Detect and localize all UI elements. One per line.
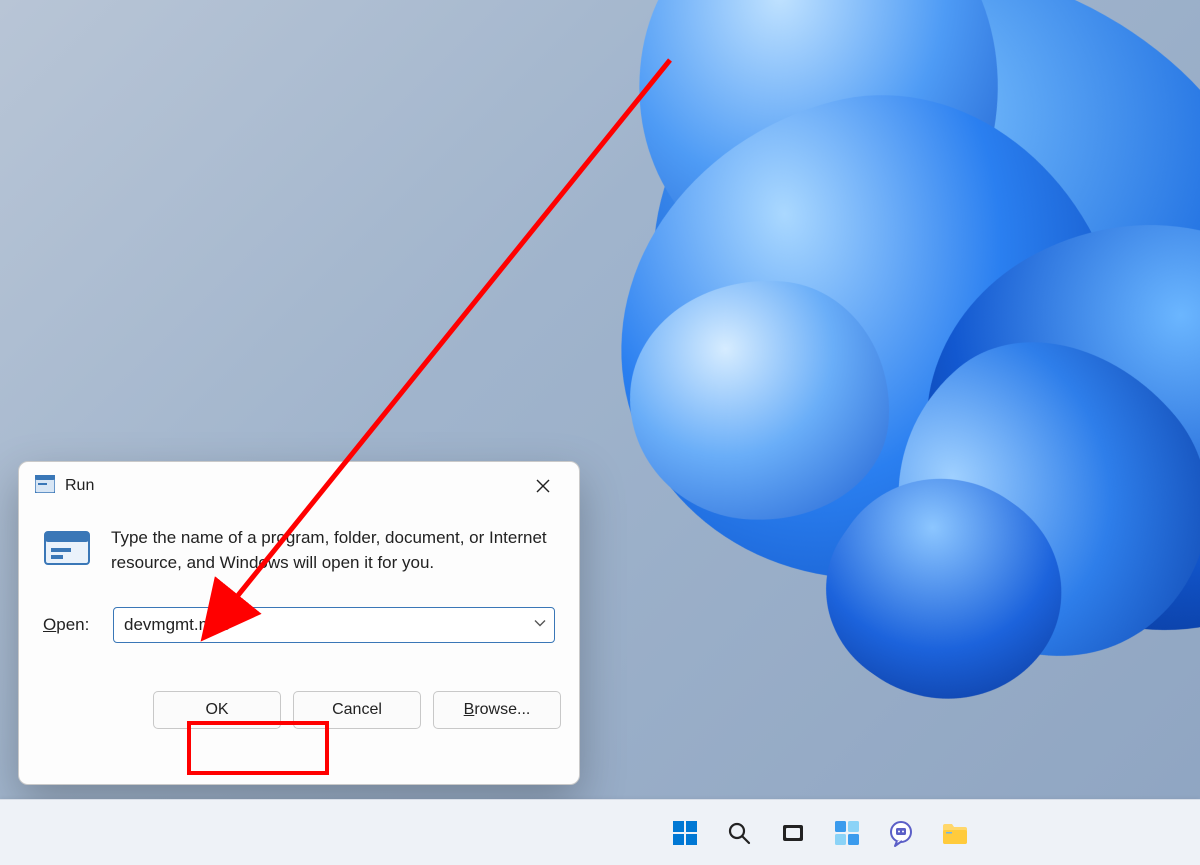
browse-button[interactable]: Browse... [433,691,561,729]
widgets-icon [833,819,861,847]
windows-start-icon [671,819,699,847]
open-label: Open: [43,615,99,635]
file-explorer-icon [941,820,969,846]
run-dialog: Run Type the name of a progr [18,461,580,785]
dialog-button-row: OK Cancel Browse... [19,691,579,729]
task-view-icon [780,820,806,846]
close-button[interactable] [521,470,565,502]
cancel-button[interactable]: Cancel [293,691,421,729]
open-input[interactable] [113,607,555,643]
taskbar-search-button[interactable] [718,812,760,854]
taskbar-task-view-button[interactable] [772,812,814,854]
close-icon [536,479,550,493]
chat-icon [887,819,915,847]
desktop: Run Type the name of a progr [0,0,1200,865]
search-icon [726,820,752,846]
taskbar-chat-button[interactable] [880,812,922,854]
dialog-body: Type the name of a program, folder, docu… [19,510,579,643]
open-combobox[interactable] [113,607,555,643]
taskbar-start-button[interactable] [664,812,706,854]
titlebar[interactable]: Run [19,462,579,510]
taskbar-widgets-button[interactable] [826,812,868,854]
dialog-title: Run [65,477,521,495]
ok-button[interactable]: OK [153,691,281,729]
run-icon [43,528,91,573]
dialog-description: Type the name of a program, folder, docu… [111,526,555,575]
taskbar [0,799,1200,865]
run-titlebar-icon [35,475,55,498]
taskbar-file-explorer-button[interactable] [934,812,976,854]
